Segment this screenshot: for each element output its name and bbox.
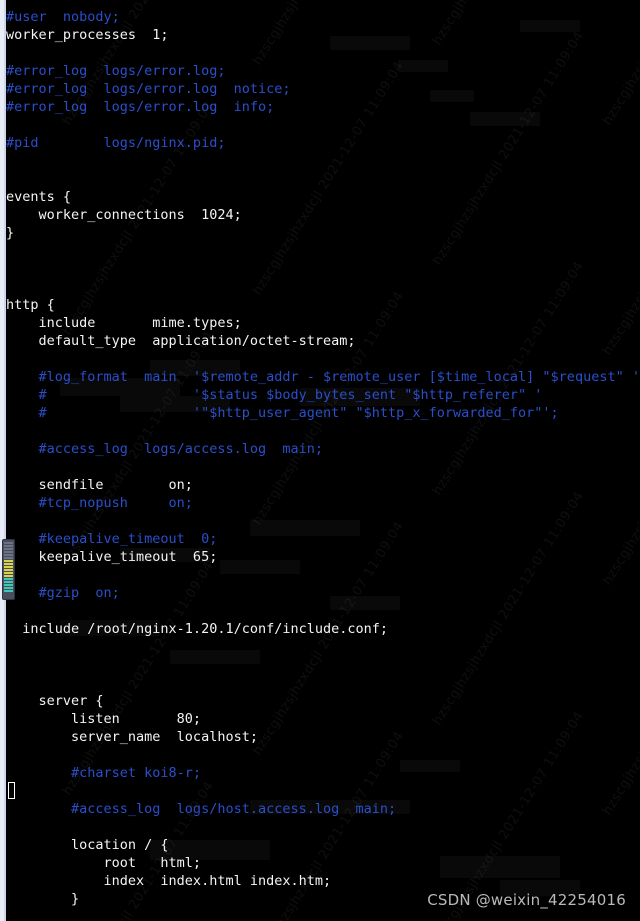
level-meter-segment: [4, 569, 13, 571]
level-meter-segment: [4, 563, 13, 565]
level-meter-segment: [4, 548, 13, 550]
level-meter-segment: [4, 554, 13, 556]
text-cursor-box: [8, 782, 15, 799]
level-meter-segment: [4, 584, 13, 586]
level-meter-segment: [4, 575, 13, 577]
level-meter-segment: [4, 578, 13, 580]
level-meter-segment: [4, 590, 13, 592]
editor-gutter-shadow: [4, 0, 6, 921]
level-meter-segment: [4, 566, 13, 568]
level-meter-segment: [4, 560, 13, 562]
level-meter-segment: [4, 542, 13, 544]
level-meter-segment: [4, 551, 13, 553]
csdn-watermark: CSDN @weixin_42254016: [427, 891, 626, 909]
terminal-surface[interactable]: [6, 0, 640, 921]
level-meter-widget[interactable]: [2, 539, 15, 600]
level-meter-segment: [4, 545, 13, 547]
level-meter-segment: [4, 581, 13, 583]
level-meter-segment: [4, 557, 13, 559]
level-meter-segment: [4, 587, 13, 589]
level-meter-segment: [4, 572, 13, 574]
